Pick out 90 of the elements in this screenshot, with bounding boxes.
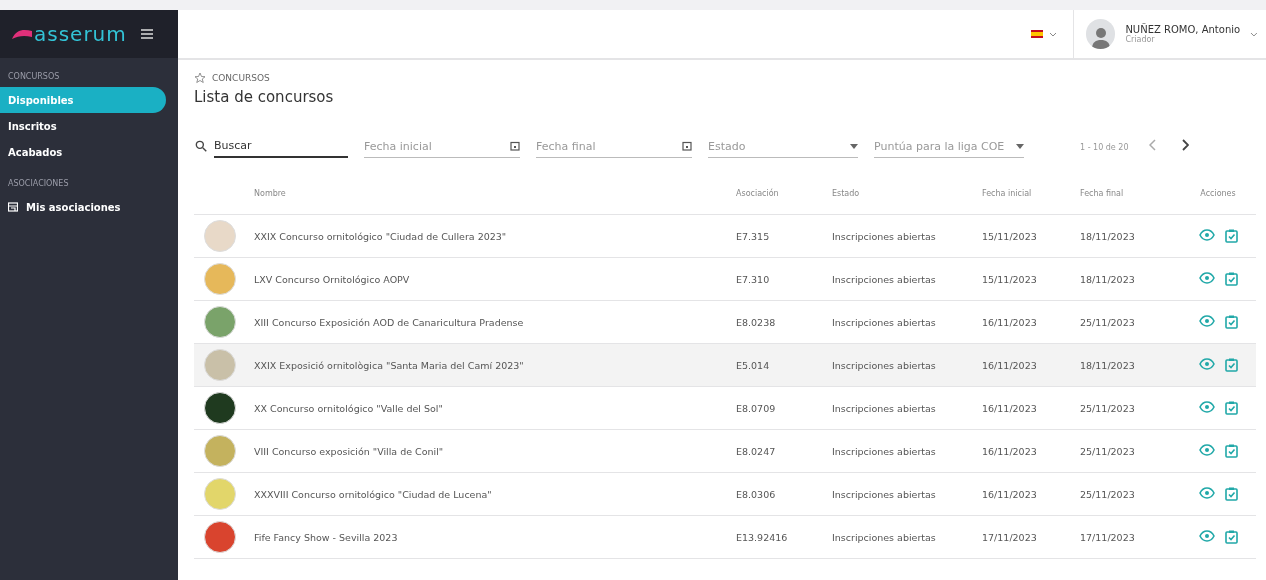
table-cell-text: XXIX Exposició ornitològica "Santa Maria del Camí 2023": [254, 359, 525, 371]
table-cell-text: Inscripciones abiertas: [832, 359, 937, 371]
view-icon[interactable]: [1198, 530, 1215, 544]
table-cell-text: 16/11/2023: [982, 316, 1038, 328]
section-title: CONCURSOS: [7, 71, 61, 83]
table-cell-text: 25/11/2023: [1080, 445, 1136, 457]
table-cell-text: Inscripciones abiertas: [832, 273, 937, 285]
calendar-icon[interactable]: [510, 141, 520, 151]
clipboard-check-icon[interactable]: [1224, 487, 1238, 501]
table-cell-text: 25/11/2023: [1080, 316, 1136, 328]
section-title: ASOCIACIONES: [7, 178, 70, 190]
table-cell-text: Inscripciones abiertas: [832, 402, 937, 414]
table-cell-text: VIII Concurso exposición "Villa de Conil": [254, 445, 445, 457]
clipboard-check-icon[interactable]: [1224, 229, 1238, 243]
search-icon: [194, 139, 208, 153]
column-header: Acciones: [1199, 188, 1237, 198]
clipboard-check-icon[interactable]: [1224, 444, 1238, 458]
table-cell-text: Inscripciones abiertas: [832, 531, 937, 543]
table-cell-text: Inscripciones abiertas: [832, 488, 937, 500]
table-cell-text: 16/11/2023: [982, 359, 1038, 371]
table-cell-text: E8.0306: [736, 488, 777, 500]
view-icon[interactable]: [1198, 444, 1215, 458]
store-icon: [8, 202, 18, 212]
view-icon[interactable]: [1198, 315, 1215, 329]
star-icon: [194, 72, 206, 84]
caret-icon[interactable]: [850, 143, 858, 149]
table-cell-text: Inscripciones abiertas: [832, 316, 937, 328]
menu-icon[interactable]: [140, 29, 153, 39]
table-cell-text: Fife Fancy Show - Sevilla 2023: [254, 531, 399, 543]
view-icon[interactable]: [1198, 229, 1215, 243]
table-cell-text: Inscripciones abiertas: [832, 230, 937, 242]
chevron-left-icon[interactable]: [1148, 139, 1157, 151]
table-cell-text: E7.310: [736, 273, 771, 285]
table-cell-text: 18/11/2023: [1080, 359, 1136, 371]
user-role: Criador: [1125, 35, 1156, 44]
sidebar-item[interactable]: Acabados: [0, 139, 166, 165]
table-cell-text: XX Concurso ornitológico "Valle del Sol": [254, 402, 444, 414]
view-icon[interactable]: [1198, 401, 1215, 415]
chevron-icon[interactable]: [1250, 31, 1258, 37]
flag-icon: [1031, 30, 1043, 38]
table-cell-text: E8.0247: [736, 445, 777, 457]
column-header: Fecha inicial: [982, 188, 1033, 198]
table-cell-text: 15/11/2023: [982, 273, 1038, 285]
table-cell-text: 16/11/2023: [982, 445, 1038, 457]
breadcrumb: CONCURSOS: [212, 73, 270, 83]
view-icon[interactable]: [1198, 272, 1215, 286]
table-row[interactable]: XXIX Exposició ornitològica "Santa Maria del Camí 2023" E5.014 Inscripciones abiertas 16/11/2023 18/11/2023: [194, 344, 1256, 387]
column-header: Estado: [832, 188, 861, 198]
column-header: Nombre: [254, 188, 287, 198]
table-cell-text: E8.0238: [736, 316, 777, 328]
view-icon[interactable]: [1198, 487, 1215, 501]
table-cell-text: E5.014: [736, 359, 771, 371]
sidebar-item[interactable]: Mis asociaciones: [0, 194, 166, 220]
clipboard-check-icon[interactable]: [1224, 358, 1238, 372]
column-header: Asociación: [736, 188, 780, 198]
table-cell-text: 15/11/2023: [982, 230, 1038, 242]
avatar-silhouette: [1086, 19, 1116, 49]
table-cell-text: XXIX Concurso ornitológico "Ciudad de Cullera 2023": [254, 230, 508, 242]
page-title: Lista de concursos: [194, 88, 335, 106]
table-cell-text: E13.92416: [736, 531, 789, 543]
chevron-right-icon[interactable]: [1180, 139, 1189, 151]
brand-name: asserum: [34, 22, 127, 46]
table-cell-text: XIII Concurso Exposición AOD de Canaricultura Pradense: [254, 316, 525, 328]
clipboard-check-icon[interactable]: [1224, 401, 1238, 415]
table-cell-text: E8.0709: [736, 402, 777, 414]
table-cell-text: 18/11/2023: [1080, 230, 1136, 242]
table-cell-text: 16/11/2023: [982, 488, 1038, 500]
clipboard-check-icon[interactable]: [1224, 315, 1238, 329]
table-cell-text: 17/11/2023: [1080, 531, 1136, 543]
table-cell-text: XXXVIII Concurso ornitológico "Ciudad de Lucena": [254, 488, 493, 500]
table-cell-text: E7.315: [736, 230, 771, 242]
clipboard-check-icon[interactable]: [1224, 272, 1238, 286]
table-cell-text: Inscripciones abiertas: [832, 445, 937, 457]
pagination-range: 1 - 10 de 20: [1080, 143, 1129, 152]
calendar-icon[interactable]: [682, 141, 692, 151]
table-cell-text: 16/11/2023: [982, 402, 1038, 414]
table-cell-text: 17/11/2023: [982, 531, 1038, 543]
chevron-icon[interactable]: [1049, 31, 1057, 37]
sidebar-item[interactable]: Inscritos: [0, 113, 166, 139]
table-cell-text: LXV Concurso Ornitológico AOPV: [254, 273, 411, 285]
table-cell-text: 18/11/2023: [1080, 273, 1136, 285]
user-name: NUÑEZ ROMO, Antonio: [1125, 24, 1241, 35]
search-field[interactable]: Buscar: [214, 134, 348, 158]
view-icon[interactable]: [1198, 358, 1215, 372]
clipboard-check-icon[interactable]: [1224, 530, 1238, 544]
table-cell-text: 25/11/2023: [1080, 488, 1136, 500]
logo-icon: [12, 27, 32, 41]
column-header: Fecha final: [1080, 188, 1125, 198]
caret-icon[interactable]: [1016, 143, 1024, 149]
table-cell-text: 25/11/2023: [1080, 402, 1136, 414]
